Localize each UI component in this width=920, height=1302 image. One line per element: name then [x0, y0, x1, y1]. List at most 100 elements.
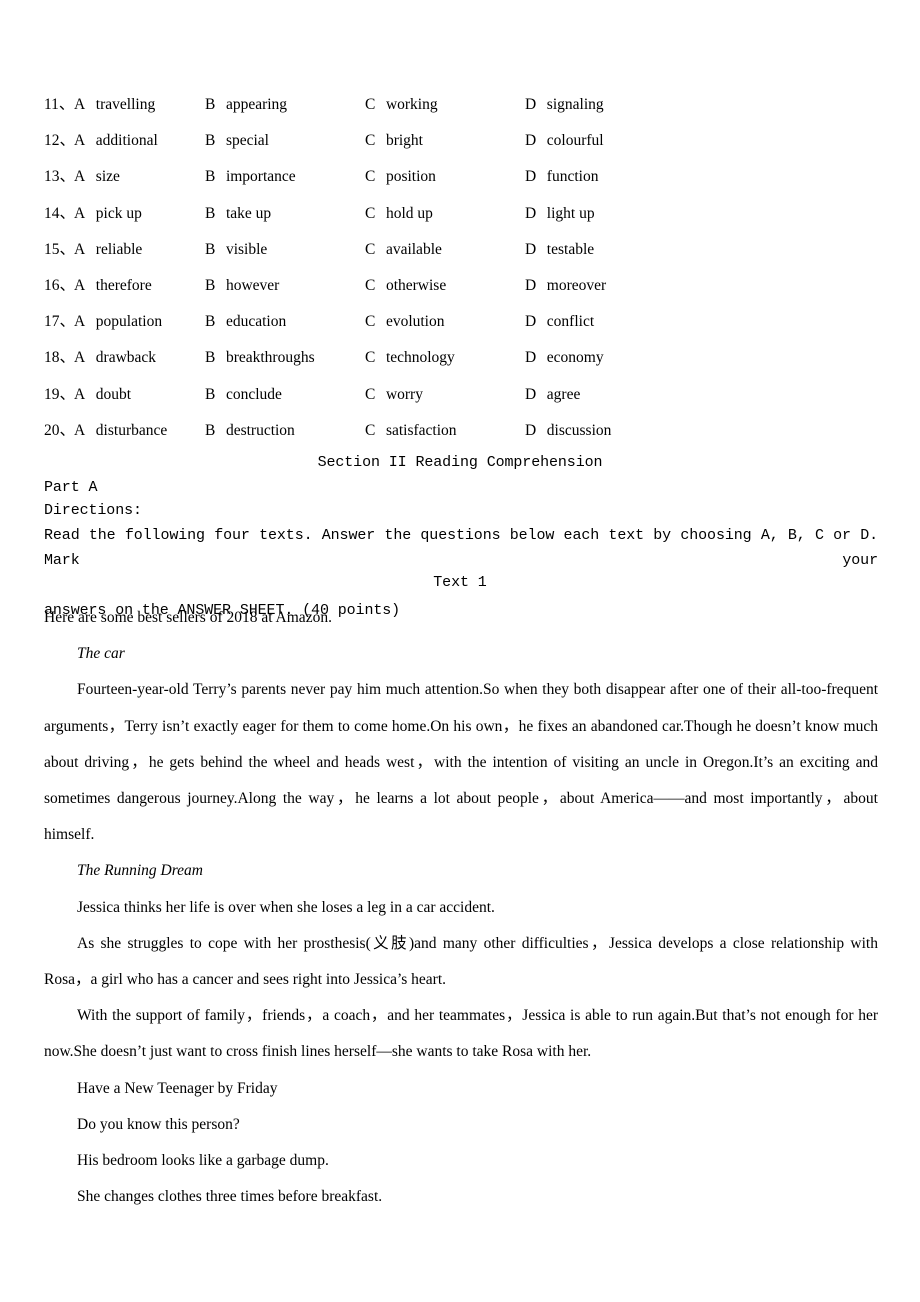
option-text: worry [385, 385, 423, 403]
option-letter: B [205, 240, 216, 258]
question-number: 19、 [44, 385, 76, 403]
option-letter: A [74, 276, 86, 294]
mcq-row: 15、 Areliable Bvisible Cavailable Dtesta… [44, 239, 878, 275]
teenager-line-3: She changes clothes three times before b… [77, 1188, 383, 1206]
option-text: size [95, 168, 120, 186]
option-letter: D [525, 313, 537, 331]
option-a[interactable]: Atherefore [74, 275, 152, 299]
option-b[interactable]: Btake up [205, 203, 271, 227]
option-text: breakthroughs [225, 349, 315, 367]
option-a[interactable]: Apick up [74, 203, 142, 227]
option-a[interactable]: Aadditional [74, 130, 158, 154]
option-letter: D [525, 421, 537, 439]
option-d[interactable]: Dlight up [525, 203, 595, 227]
option-letter: B [205, 421, 216, 439]
book-the-car-description: Fourteen-year-old Terry’s parents never … [44, 681, 878, 844]
option-c[interactable]: Cbright [365, 130, 423, 154]
option-a[interactable]: Apopulation [74, 311, 162, 335]
option-d[interactable]: Dcolourful [525, 130, 604, 154]
option-b[interactable]: Bconclude [205, 384, 282, 408]
option-d[interactable]: Dtestable [525, 239, 594, 263]
option-a[interactable]: Asize [74, 166, 120, 190]
question-number: 13、 [44, 168, 76, 186]
option-a[interactable]: Adisturbance [74, 420, 167, 444]
option-text: bright [385, 132, 423, 150]
option-text: light up [546, 204, 595, 222]
option-c[interactable]: Chold up [365, 203, 433, 227]
option-d[interactable]: Ddiscussion [525, 420, 611, 444]
option-text: conclude [225, 385, 282, 403]
option-letter: B [205, 313, 216, 331]
option-b[interactable]: Bvisible [205, 239, 267, 263]
option-letter: C [365, 276, 376, 294]
option-c[interactable]: Ctechnology [365, 347, 455, 371]
option-letter: C [365, 349, 376, 367]
option-d[interactable]: Deconomy [525, 347, 604, 371]
question-number: 14、 [44, 204, 76, 222]
option-a[interactable]: Areliable [74, 239, 142, 263]
option-b[interactable]: Bimportance [205, 166, 296, 190]
option-c[interactable]: Cworry [365, 384, 423, 408]
mcq-row: 19、 Adoubt Bconclude Cworry Dagree [44, 384, 878, 420]
mcq-row: 20、 Adisturbance Bdestruction Csatisfact… [44, 420, 878, 456]
option-b[interactable]: Beducation [205, 311, 286, 335]
option-letter: C [365, 313, 376, 331]
running-dream-paragraph-3: With the support of family，friends，a coa… [44, 1007, 878, 1061]
option-text: doubt [95, 385, 132, 403]
option-d[interactable]: Dagree [525, 384, 580, 408]
option-b[interactable]: Bbreakthroughs [205, 347, 315, 371]
part-label: Part A [44, 479, 98, 496]
option-d[interactable]: Dfunction [525, 166, 598, 190]
option-d[interactable]: Dsignaling [525, 94, 604, 118]
option-text: disturbance [95, 421, 168, 439]
question-number: 16、 [44, 276, 76, 294]
option-text: position [385, 168, 436, 186]
option-c[interactable]: Cworking [365, 94, 438, 118]
option-b[interactable]: Bdestruction [205, 420, 295, 444]
option-letter: D [525, 385, 537, 403]
multiple-choice-options: 11、 Atravelling Bappearing Cworking Dsig… [44, 94, 878, 456]
option-text: education [225, 313, 287, 331]
option-c[interactable]: Cavailable [365, 239, 442, 263]
option-letter: C [365, 96, 376, 113]
option-text: testable [546, 240, 595, 258]
option-d[interactable]: Dmoreover [525, 275, 606, 299]
option-letter: A [74, 313, 86, 331]
option-text: moreover [546, 276, 607, 294]
option-letter: A [74, 168, 86, 186]
option-text: satisfaction [385, 421, 457, 439]
option-b[interactable]: Bappearing [205, 94, 287, 118]
option-c[interactable]: Cposition [365, 166, 436, 190]
option-d[interactable]: Dconflict [525, 311, 594, 335]
option-a[interactable]: Atravelling [74, 94, 155, 118]
option-text: hold up [385, 204, 433, 222]
option-letter: A [74, 349, 86, 367]
option-text: therefore [95, 276, 152, 294]
option-text: economy [546, 349, 604, 367]
option-c[interactable]: Csatisfaction [365, 420, 457, 444]
option-letter: A [74, 96, 86, 113]
option-letter: C [365, 421, 376, 439]
option-letter: B [205, 96, 216, 113]
reading-passage: Here are some best sellers of 2018 at Am… [44, 600, 878, 1215]
option-letter: D [525, 204, 537, 222]
book-title-have-a-new-teenager: Have a New Teenager by Friday [77, 1079, 278, 1097]
option-text: appearing [225, 96, 288, 113]
mcq-row: 11、 Atravelling Bappearing Cworking Dsig… [44, 94, 878, 130]
option-b[interactable]: Bhowever [205, 275, 279, 299]
option-a[interactable]: Adrawback [74, 347, 156, 371]
option-letter: C [365, 132, 376, 150]
book-title-the-running-dream: The Running Dream [77, 862, 203, 880]
option-letter: D [525, 349, 537, 367]
option-c[interactable]: Cevolution [365, 311, 445, 335]
option-b[interactable]: Bspecial [205, 130, 269, 154]
option-text: evolution [385, 313, 445, 331]
mcq-row: 14、 Apick up Btake up Chold up Dlight up [44, 203, 878, 239]
question-number: 20、 [44, 421, 76, 439]
passage-intro: Here are some best sellers of 2018 at Am… [44, 609, 332, 626]
option-letter: D [525, 168, 537, 186]
option-letter: B [205, 204, 216, 222]
option-c[interactable]: Cotherwise [365, 275, 446, 299]
option-a[interactable]: Adoubt [74, 384, 131, 408]
mcq-row: 16、 Atherefore Bhowever Cotherwise Dmore… [44, 275, 878, 311]
